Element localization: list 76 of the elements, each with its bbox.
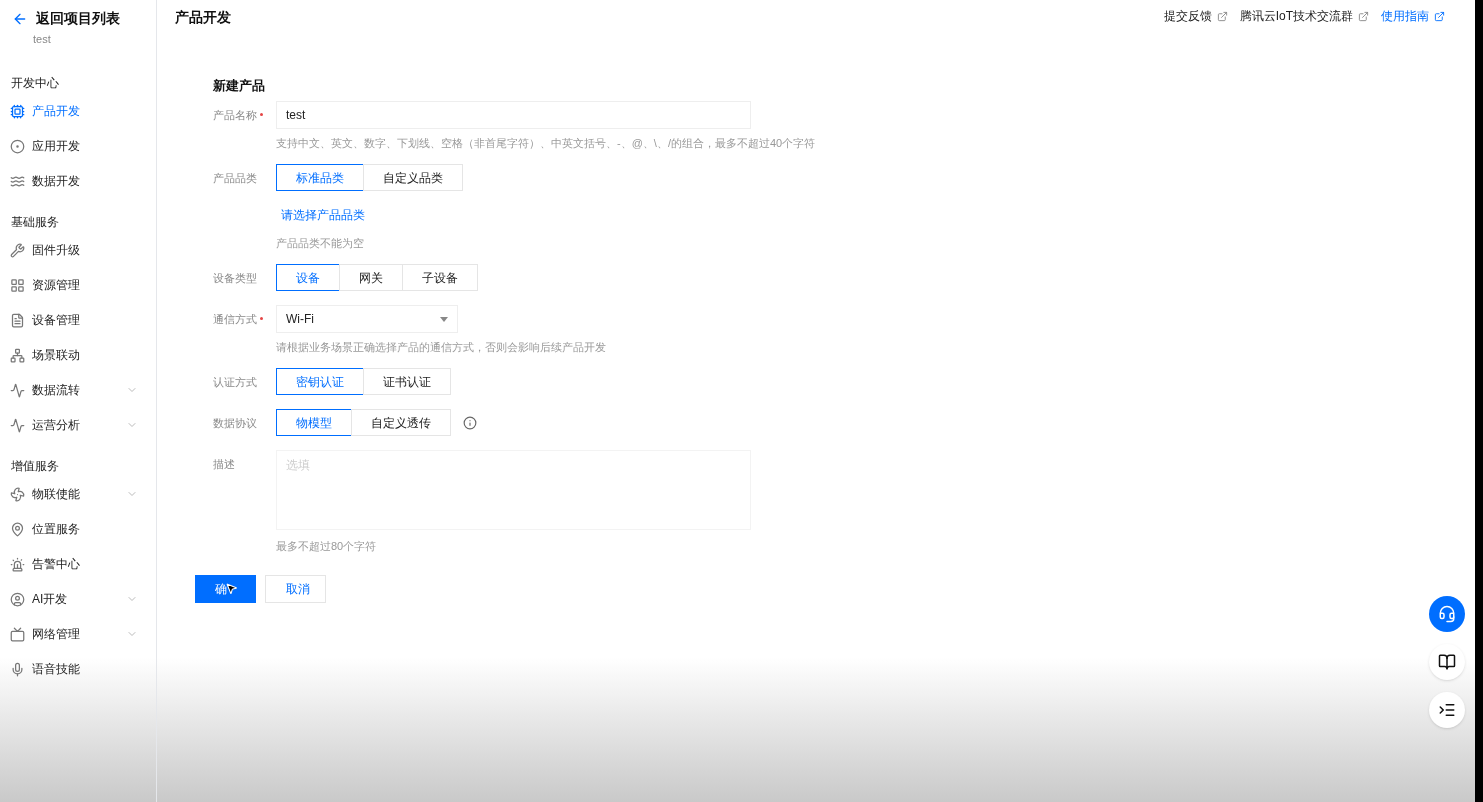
form-title: 新建产品 [213,78,265,93]
header-link[interactable]: 使用指南 [1381,7,1445,25]
select-category-link[interactable]: 请选择产品品类 [281,208,365,222]
field-label: 认证方式 [213,375,257,390]
nav-item[interactable]: 数据流转 [0,372,156,408]
section-title: 开发中心 [11,75,59,90]
pulse-icon [10,382,25,398]
nav-item[interactable]: 数据开发 [0,163,156,199]
nav-item[interactable]: 位置服务 [0,511,156,547]
field-label: 通信方式 [213,311,263,328]
field-label: 设备类型 [213,271,257,286]
pulse-icon [10,417,25,433]
section-title: 增值服务 [11,458,59,473]
target-icon [10,138,25,154]
field-label: 产品名称 [213,107,263,124]
fan-icon [10,486,25,502]
segment-option[interactable]: 证书认证 [363,368,451,395]
header-link[interactable]: 腾讯云IoT技术交流群 [1239,7,1369,25]
segment-option[interactable]: 密钥认证 [276,368,364,395]
info-icon[interactable] [463,415,477,430]
hint-text: 请根据业务场景正确选择产品的通信方式，否则会影响后续产品开发 [276,341,606,353]
grid-icon [10,277,25,293]
hint-text: 支持中文、英文、数字、下划线、空格（非首尾字符）、中英文括号、-、@、\、/的组合，最多不超过40个字符 [276,137,816,149]
siren-icon [10,556,25,572]
nav-item[interactable]: 网络管理 [0,616,156,652]
nav-item[interactable]: 产品开发 [0,93,156,129]
nav-item[interactable]: 设备管理 [0,302,156,338]
list-icon [10,312,25,328]
external-link-icon [1434,10,1445,22]
nav-item[interactable]: AI开发 [0,581,156,617]
segment-option[interactable]: 标准品类 [276,164,364,191]
segment-option[interactable]: 网关 [339,264,403,291]
tv-icon [10,626,25,642]
outline-button[interactable] [1429,692,1465,728]
indent-icon [1438,701,1456,719]
segment-option[interactable]: 子设备 [402,264,478,291]
nav-item[interactable]: 运营分析 [0,407,156,443]
chip-icon [10,103,25,119]
nav-item[interactable]: 物联使能 [0,476,156,512]
cancel-button[interactable]: 取消 [265,575,326,603]
select-field[interactable]: Wi-Fi [276,305,458,333]
user-icon [10,591,25,607]
nav-item[interactable]: 场景联动 [0,337,156,373]
page-title: 产品开发 [175,8,231,27]
field-label: 描述 [213,457,235,472]
headset-icon [1438,605,1456,623]
field-label: 产品品类 [213,171,257,186]
docs-button[interactable] [1429,644,1465,680]
text-field[interactable]: test [276,101,751,129]
segment-option[interactable]: 设备 [276,264,340,291]
support-button[interactable] [1429,596,1465,632]
nav-item[interactable]: 资源管理 [0,267,156,303]
section-title: 基础服务 [11,214,59,229]
nav-item[interactable]: 语音技能 [0,651,156,687]
project-name: test [32,32,51,47]
wrench-icon [10,242,25,258]
segment-option[interactable]: 自定义品类 [363,164,463,191]
mouse-cursor-icon [225,582,238,595]
nav-item[interactable]: 告警中心 [0,546,156,582]
confirm-button[interactable]: 确 [195,575,256,603]
segment-option[interactable]: 自定义透传 [351,409,451,436]
hint-text: 最多不超过80个字符 [276,540,377,552]
nav-item[interactable]: 固件升级 [0,232,156,268]
back-link[interactable]: 返回项目列表 [36,8,120,29]
nav-item[interactable]: 应用开发 [0,128,156,164]
mic-icon [10,661,25,677]
header-link[interactable]: 提交反馈 [1163,7,1228,25]
external-link-icon [1216,10,1228,22]
dropdown-triangle-icon [440,316,448,322]
hint-text: 产品品类不能为空 [276,237,364,249]
pin-icon [10,521,25,537]
external-link-icon [1358,10,1369,22]
field-label: 数据协议 [213,416,257,431]
book-icon [1438,653,1456,671]
tree-icon [10,347,25,363]
segment-option[interactable]: 物模型 [276,409,352,436]
